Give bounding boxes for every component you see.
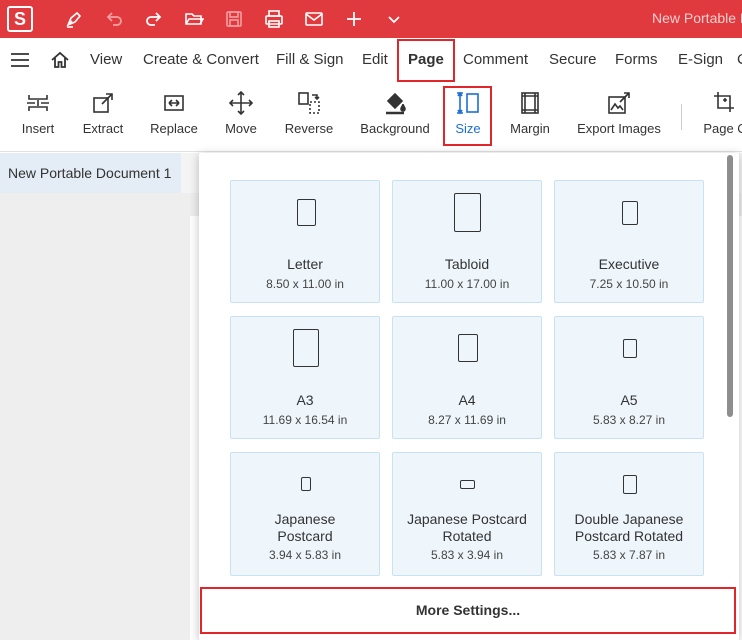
menu-more[interactable]: C xyxy=(737,38,742,82)
page-portrait-icon xyxy=(293,329,319,367)
page-landscape-icon xyxy=(460,480,475,489)
size-dims: 5.83 x 3.94 in xyxy=(430,548,504,562)
replace-button[interactable]: Replace xyxy=(150,82,198,152)
size-dims: 11.00 x 17.00 in xyxy=(424,277,510,291)
size-card-japanese-postcard-rotated[interactable]: Japanese Postcard Rotated 5.83 x 3.94 in xyxy=(392,452,542,576)
page-portrait-icon xyxy=(297,199,316,226)
size-card-a5[interactable]: A5 5.83 x 8.27 in xyxy=(554,316,704,439)
page-crop-button[interactable]: Page C xyxy=(700,82,742,152)
size-card-executive[interactable]: Executive 7.25 x 10.50 in xyxy=(554,180,704,303)
move-icon xyxy=(228,90,254,116)
menu-fill-sign[interactable]: Fill & Sign xyxy=(276,38,344,82)
document-tab[interactable]: New Portable Document 1 xyxy=(0,153,181,193)
size-button-highlight xyxy=(443,86,492,146)
replace-label: Replace xyxy=(150,121,198,136)
menu-edit[interactable]: Edit xyxy=(362,38,388,82)
home-icon[interactable] xyxy=(50,50,70,70)
insert-label: Insert xyxy=(21,121,55,136)
reverse-icon xyxy=(298,92,320,114)
background-label: Background xyxy=(360,121,430,136)
redo-icon[interactable] xyxy=(141,6,167,32)
page-crop-icon xyxy=(714,92,734,112)
menu-view[interactable]: View xyxy=(90,38,122,82)
menu-esign[interactable]: E-Sign xyxy=(678,38,723,82)
page-portrait-icon xyxy=(458,334,478,362)
mail-icon[interactable] xyxy=(301,6,327,32)
size-name: Japanese Postcard Rotated xyxy=(407,511,527,544)
open-folder-icon[interactable] xyxy=(181,6,207,32)
size-dims: 11.69 x 16.54 in xyxy=(262,413,348,427)
reverse-button[interactable]: Reverse xyxy=(283,82,335,152)
size-card-a4[interactable]: A4 8.27 x 11.69 in xyxy=(392,316,542,439)
insert-pages-icon xyxy=(27,95,49,111)
export-image-icon xyxy=(608,92,630,114)
undo-icon[interactable] xyxy=(101,6,127,32)
extract-icon xyxy=(93,93,113,113)
move-button[interactable]: Move xyxy=(222,82,260,152)
app-logo[interactable]: S xyxy=(7,6,33,32)
ribbon-separator xyxy=(681,104,682,130)
size-dims: 8.50 x 11.00 in xyxy=(266,277,344,291)
size-dims: 3.94 x 5.83 in xyxy=(268,548,342,562)
title-bar: S New Portable D xyxy=(0,0,742,38)
background-button[interactable]: Background xyxy=(358,82,432,152)
size-name: Double Japanese Postcard Rotated xyxy=(574,511,684,544)
export-images-label: Export Images xyxy=(577,121,661,136)
size-dims: 7.25 x 10.50 in xyxy=(589,277,669,291)
page-portrait-icon xyxy=(623,475,637,494)
size-card-a3[interactable]: A3 11.69 x 16.54 in xyxy=(230,316,380,439)
size-dims: 8.27 x 11.69 in xyxy=(428,413,506,427)
size-dims: 5.83 x 8.27 in xyxy=(592,413,666,427)
move-label: Move xyxy=(225,121,257,136)
window-title: New Portable D xyxy=(652,10,742,26)
page-portrait-icon xyxy=(622,201,638,225)
pen-icon[interactable] xyxy=(61,6,87,32)
menu-forms[interactable]: Forms xyxy=(615,38,658,82)
print-icon[interactable] xyxy=(261,6,287,32)
margin-label: Margin xyxy=(510,121,550,136)
size-dims: 5.83 x 7.87 in xyxy=(592,548,666,562)
menu-bar: View Create & Convert Fill & Sign Edit P… xyxy=(0,38,742,82)
size-card-japanese-postcard[interactable]: Japanese Postcard 3.94 x 5.83 in xyxy=(230,452,380,576)
size-name: Tabloid xyxy=(444,256,490,272)
save-icon[interactable] xyxy=(221,6,247,32)
page-crop-label: Page C xyxy=(703,121,742,136)
size-name: Executive xyxy=(598,256,660,272)
page-tab-highlight xyxy=(397,39,455,82)
size-card-letter[interactable]: Letter 8.50 x 11.00 in xyxy=(230,180,380,303)
plus-icon[interactable] xyxy=(341,6,367,32)
size-name: A4 xyxy=(458,392,476,408)
margin-icon xyxy=(521,92,539,114)
insert-button[interactable]: Insert xyxy=(18,82,58,152)
reverse-label: Reverse xyxy=(284,121,334,136)
size-name: Japanese Postcard xyxy=(274,511,336,544)
more-settings-button[interactable]: More Settings... xyxy=(200,587,736,634)
paint-bucket-icon xyxy=(386,92,406,115)
extract-label: Extract xyxy=(82,121,124,136)
ribbon-toolbar: Insert Extract Replace Move Reverse Back… xyxy=(0,82,742,152)
size-name: A3 xyxy=(296,392,314,408)
chevron-down-icon[interactable] xyxy=(381,6,407,32)
extract-button[interactable]: Extract xyxy=(80,82,126,152)
dropdown-scrollbar[interactable] xyxy=(727,155,733,417)
size-name: A5 xyxy=(620,392,638,408)
replace-icon xyxy=(164,95,184,111)
page-portrait-icon xyxy=(301,477,311,491)
page-portrait-icon xyxy=(454,193,481,232)
size-card-tabloid[interactable]: Tabloid 11.00 x 17.00 in xyxy=(392,180,542,303)
export-images-button[interactable]: Export Images xyxy=(575,82,663,152)
size-name: Letter xyxy=(287,256,323,272)
menu-comment[interactable]: Comment xyxy=(463,38,528,82)
margin-button[interactable]: Margin xyxy=(508,82,552,152)
page-portrait-icon xyxy=(623,339,637,358)
menu-create-convert[interactable]: Create & Convert xyxy=(143,38,259,82)
menu-secure[interactable]: Secure xyxy=(549,38,597,82)
hamburger-menu-icon[interactable] xyxy=(10,52,30,68)
size-card-double-japanese-postcard-rotated[interactable]: Double Japanese Postcard Rotated 5.83 x … xyxy=(554,452,704,576)
